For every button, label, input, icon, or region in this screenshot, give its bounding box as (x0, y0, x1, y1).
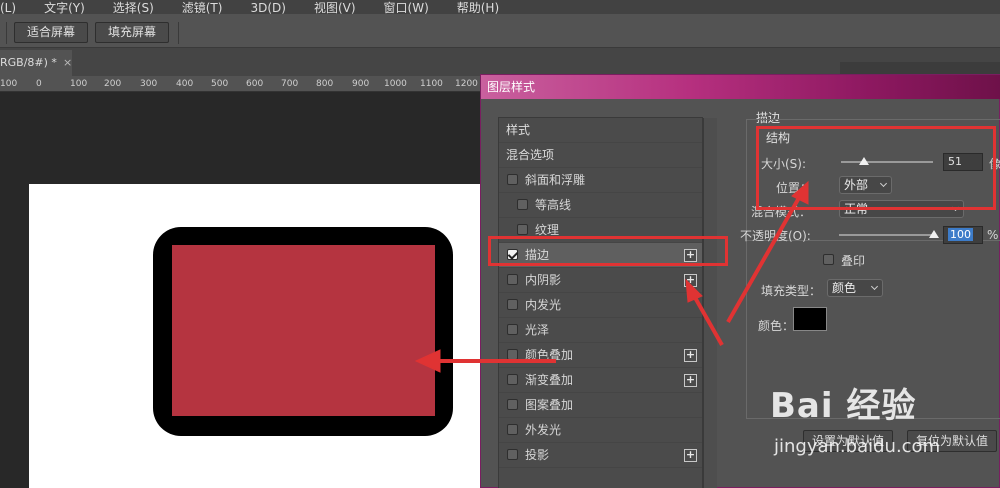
add-color-overlay-icon[interactable]: + (684, 349, 697, 362)
checkbox[interactable] (507, 399, 518, 410)
menu-item-help[interactable]: 帮助(H) (457, 2, 499, 14)
fill-type-label: 填充类型： (761, 284, 822, 298)
style-item-contour[interactable]: 等高线 (499, 193, 702, 218)
photoshop-window: (L) 文字(Y) 选择(S) 滤镜(T) 3D(D) 视图(V) 窗口(W) … (0, 0, 1000, 488)
chevron-down-icon (870, 282, 879, 291)
menu-bar: (L) 文字(Y) 选择(S) 滤镜(T) 3D(D) 视图(V) 窗口(W) … (0, 0, 1000, 14)
checkbox[interactable] (507, 374, 518, 385)
ruler-tick: 300 (140, 79, 158, 89)
style-item-bevel-emboss[interactable]: 斜面和浮雕 (499, 168, 702, 193)
baidu-watermark: Bai 经验 jingyan.baidu.com (770, 378, 998, 468)
style-item-label: 内阴影 (525, 273, 562, 287)
menu-item-window[interactable]: 窗口(W) (384, 2, 429, 14)
add-gradient-overlay-icon[interactable]: + (684, 374, 697, 387)
add-drop-shadow-icon[interactable]: + (684, 449, 697, 462)
style-item-label: 投影 (525, 448, 550, 462)
style-item-label: 斜面和浮雕 (525, 173, 586, 187)
ruler-tick: 500 (211, 79, 229, 89)
style-item-label: 渐变叠加 (525, 373, 574, 387)
style-item-label: 图案叠加 (525, 398, 574, 412)
styles-header[interactable]: 样式 (499, 118, 702, 143)
style-item-outer-glow[interactable]: 外发光 (499, 418, 702, 443)
options-bar: 适合屏幕 填充屏幕 (0, 14, 1000, 48)
stroke-color-swatch[interactable] (793, 307, 827, 331)
watermark-logo: Bai 经验 (770, 386, 917, 426)
checkbox[interactable] (517, 199, 528, 210)
style-item-pattern-overlay[interactable]: 图案叠加 (499, 393, 702, 418)
checkbox[interactable] (507, 299, 518, 310)
opacity-input[interactable]: 100 (943, 226, 983, 244)
checkbox[interactable] (507, 349, 518, 360)
checkbox[interactable] (507, 424, 518, 435)
ruler-tick: 0 (36, 79, 42, 89)
checkbox[interactable] (517, 224, 528, 235)
ruler-tick: 100 (70, 79, 88, 89)
red-rectangle-shape[interactable] (172, 245, 435, 416)
ruler-tick: 100 (0, 79, 18, 89)
menu-item[interactable]: (L) (0, 2, 16, 14)
menu-item-type[interactable]: 文字(Y) (44, 2, 85, 14)
overprint-checkbox[interactable] (823, 254, 834, 265)
opacity-value: 100 (948, 228, 973, 241)
stroke-item-highlight (488, 236, 728, 266)
ruler-tick: 400 (176, 79, 194, 89)
add-inner-shadow-icon[interactable]: + (684, 274, 697, 287)
options-divider (178, 22, 179, 44)
document-canvas[interactable] (29, 184, 480, 488)
style-item-satin[interactable]: 光泽 (499, 318, 702, 343)
close-icon[interactable]: × (63, 56, 72, 69)
style-item-label: 等高线 (535, 198, 572, 212)
dialog-title-bar[interactable]: 图层样式 (481, 75, 1000, 99)
checkbox[interactable] (507, 449, 518, 460)
style-item-color-overlay[interactable]: 颜色叠加 + (499, 343, 702, 368)
document-tab-label: RGB/8#) * (0, 56, 57, 69)
fill-screen-button[interactable]: 填充屏幕 (95, 22, 170, 43)
style-item-label: 外发光 (525, 423, 562, 437)
options-divider (6, 22, 7, 44)
opacity-unit-label: % (987, 228, 999, 242)
style-item-label: 内发光 (525, 298, 562, 312)
ruler-tick: 600 (246, 79, 264, 89)
overprint-label: 叠印 (841, 254, 866, 268)
ruler-tick: 1100 (420, 79, 443, 89)
menu-item-filter[interactable]: 滤镜(T) (182, 2, 223, 14)
color-label: 颜色： (758, 319, 795, 333)
ruler-tick: 1200 (455, 79, 478, 89)
checkbox[interactable] (507, 274, 518, 285)
watermark-url: jingyan.baidu.com (774, 436, 941, 457)
ruler-tick: 900 (352, 79, 370, 89)
structure-highlight (756, 126, 996, 210)
document-tab[interactable]: RGB/8#) * × (0, 50, 72, 76)
menu-item-select[interactable]: 选择(S) (113, 2, 154, 14)
fill-type-value: 颜色 (832, 281, 857, 295)
opacity-slider-thumb[interactable] (929, 230, 939, 238)
fit-screen-button[interactable]: 适合屏幕 (14, 22, 89, 43)
style-item-label: 颜色叠加 (525, 348, 574, 362)
blend-options-item[interactable]: 混合选项 (499, 143, 702, 168)
style-item-gradient-overlay[interactable]: 渐变叠加 + (499, 368, 702, 393)
style-item-drop-shadow[interactable]: 投影 + (499, 443, 702, 468)
opacity-slider[interactable] (839, 234, 934, 236)
style-list-scrollbar[interactable] (703, 118, 717, 488)
style-item-inner-glow[interactable]: 内发光 (499, 293, 702, 318)
menu-item-view[interactable]: 视图(V) (314, 2, 356, 14)
ruler-tick: 200 (104, 79, 122, 89)
ruler-tick: 800 (316, 79, 334, 89)
fill-type-dropdown[interactable]: 颜色 (827, 279, 883, 297)
style-item-label: 光泽 (525, 323, 550, 337)
opacity-label: 不透明度(O): (740, 229, 811, 243)
style-list: 样式 混合选项 斜面和浮雕 等高线 纹理 描边 + 内阴影 + 内发光 光泽 颜… (498, 117, 717, 488)
menu-item-3d[interactable]: 3D(D) (250, 2, 285, 14)
stroke-outline (153, 227, 453, 436)
style-item-inner-shadow[interactable]: 内阴影 + (499, 268, 702, 293)
ruler-tick: 1000 (384, 79, 407, 89)
checkbox[interactable] (507, 174, 518, 185)
checkbox[interactable] (507, 324, 518, 335)
ruler-tick: 700 (281, 79, 299, 89)
